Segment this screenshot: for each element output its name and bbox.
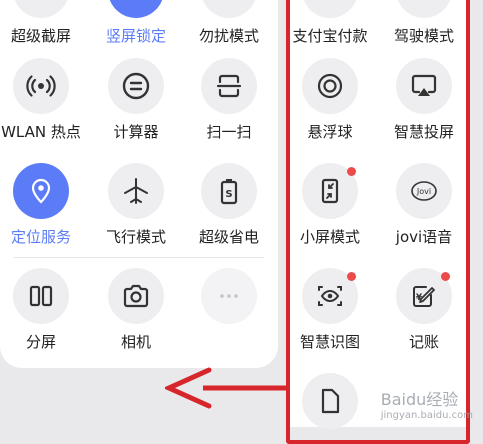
tile-calculator[interactable]: 计算器 (88, 58, 184, 142)
notification-dot (347, 272, 356, 281)
tile-label: 支付宝付款 (292, 27, 368, 45)
tile-location[interactable]: 定位服务 (0, 163, 89, 247)
tile-label: 相机 (120, 333, 151, 351)
tile-bookkeeping[interactable]: ¥ 记账 (376, 268, 472, 352)
notification-dot (347, 167, 356, 176)
watermark-brand: Baidu经验 (380, 390, 459, 409)
tile-alipay-payment[interactable]: 支付宝付款 (282, 0, 378, 46)
tile-more[interactable] (181, 268, 277, 324)
tile-wlan-hotspot[interactable]: WLAN 热点 (0, 58, 89, 142)
ledger-icon: ¥ (396, 268, 452, 324)
svg-text:¥: ¥ (416, 293, 423, 303)
tile-smart-recognition[interactable]: 智慧识图 (282, 268, 378, 352)
camera-icon (108, 268, 164, 324)
tile-label: 小屏模式 (299, 228, 360, 246)
tile-label: 计算器 (113, 123, 159, 141)
tile-label: 超级截屏 (10, 27, 71, 45)
tile-do-not-disturb[interactable]: 勿扰模式 (181, 0, 277, 46)
jovi-icon: Jovi (396, 163, 452, 219)
tile-label: 智慧识图 (299, 333, 360, 351)
tile-driving-mode[interactable]: 驾驶模式 (376, 0, 472, 46)
tile-label: 竖屏锁定 (105, 27, 166, 45)
tile-label: 记账 (408, 333, 439, 351)
tile-super-power-saving[interactable]: S 超级省电 (181, 163, 277, 247)
tile-smart-cast[interactable]: 智慧投屏 (376, 58, 472, 142)
divider (14, 257, 264, 258)
screen-cast-icon (396, 58, 452, 114)
moon-icon (201, 0, 257, 18)
svg-text:S: S (225, 189, 232, 200)
tile-split-screen[interactable]: 分屏 (0, 268, 89, 352)
tile-camera[interactable]: 相机 (88, 268, 184, 352)
tile-label: 超级省电 (198, 228, 259, 246)
tile-label: 驾驶模式 (393, 27, 454, 45)
tile-super-screenshot[interactable]: 超级截屏 (0, 0, 89, 46)
tile-small-screen-mode[interactable]: 小屏模式 (282, 163, 378, 247)
location-pin-icon (13, 163, 69, 219)
document-icon (302, 373, 358, 429)
floating-ball-icon (302, 58, 358, 114)
tile-label: 定位服务 (10, 228, 71, 246)
baidu-watermark: Baidu经验 jingyan.baidu.com (381, 386, 473, 421)
tile-label: jovi语音 (395, 228, 453, 246)
screenshot-icon (13, 0, 69, 18)
split-screen-icon (13, 268, 69, 324)
tile-scan[interactable]: 扫一扫 (181, 58, 277, 142)
tile-jovi-voice[interactable]: Jovi jovi语音 (376, 163, 472, 247)
tile-label: 智慧投屏 (393, 123, 454, 141)
battery-icon: S (201, 163, 257, 219)
airplane-icon (108, 163, 164, 219)
hotspot-icon (13, 58, 69, 114)
notification-dot (441, 272, 450, 281)
tile-label: 勿扰模式 (198, 27, 259, 45)
annotation-arrow (165, 367, 290, 409)
alipay-icon (302, 0, 358, 18)
tile-label: 扫一扫 (206, 123, 252, 141)
scan-icon (201, 58, 257, 114)
small-screen-icon (302, 163, 358, 219)
tile-label: 悬浮球 (307, 123, 353, 141)
calculator-icon (108, 58, 164, 114)
tile-portrait-lock[interactable]: 竖屏锁定 (88, 0, 184, 46)
more-icon (201, 268, 257, 324)
tile-airplane-mode[interactable]: 飞行模式 (88, 163, 184, 247)
tile-label: 飞行模式 (105, 228, 166, 246)
portrait-lock-icon (108, 0, 164, 18)
steering-wheel-icon (396, 0, 452, 18)
eye-scan-icon (302, 268, 358, 324)
svg-text:Jovi: Jovi (416, 187, 431, 196)
tile-label: WLAN 热点 (1, 123, 81, 141)
tile-floating-ball[interactable]: 悬浮球 (282, 58, 378, 142)
watermark-url: jingyan.baidu.com (380, 410, 473, 421)
tile-document[interactable] (282, 373, 378, 429)
tile-label: 分屏 (25, 333, 56, 351)
